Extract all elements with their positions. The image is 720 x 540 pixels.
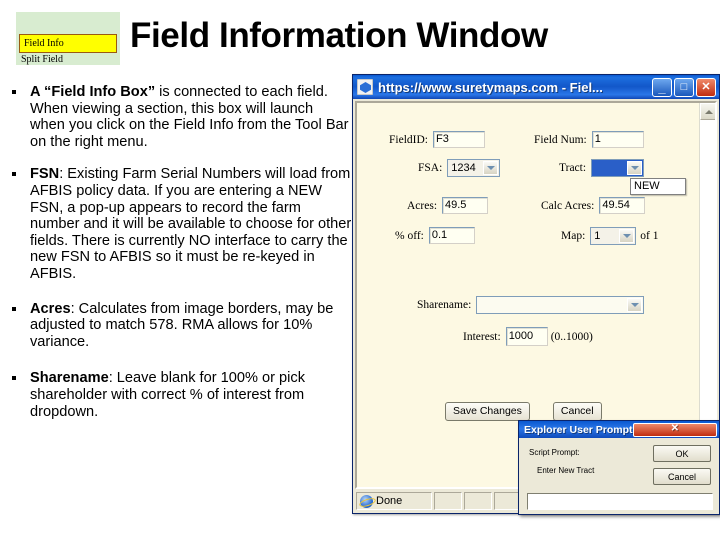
sharename-row: Sharename:: [417, 296, 645, 314]
browser-title: https://www.suretymaps.com - Fiel...: [378, 79, 603, 95]
status-pad-cell-1: [434, 492, 462, 510]
chevron-down-icon[interactable]: [627, 298, 643, 312]
tract-select[interactable]: [591, 159, 645, 177]
interest-row: Interest: 1000 (0..1000): [463, 327, 593, 346]
maximize-icon: □: [680, 80, 688, 93]
acres-label: Acres:: [407, 199, 438, 212]
fsa-selected-value: 1234: [451, 162, 476, 174]
field-id-row: FieldID: F3: [389, 131, 485, 148]
split-field-label-clipped: Split Field: [21, 55, 63, 65]
bullet-dot-icon: [12, 306, 16, 311]
window-controls: _ □ ✕: [652, 77, 716, 97]
prompt-text-input[interactable]: [527, 493, 713, 510]
bullet-dot-icon: [12, 90, 16, 94]
bullet-text: A “Field Info Box” is connected to each …: [30, 84, 352, 150]
bullet-dot-icon: [12, 172, 16, 177]
field-id-input[interactable]: F3: [432, 131, 485, 148]
map-select[interactable]: 1: [590, 227, 637, 245]
list-item: A “Field Info Box” is connected to each …: [0, 84, 352, 150]
pct-off-row: % off: 0.1: [395, 227, 475, 244]
bullet-rest: : Existing Farm Serial Numbers will load…: [30, 166, 352, 282]
internet-explorer-icon: [360, 494, 373, 508]
close-button[interactable]: ✕: [696, 77, 716, 97]
status-text: Done: [376, 495, 403, 507]
minimize-button[interactable]: _: [652, 77, 672, 97]
bullet-list: A “Field Info Box” is connected to each …: [0, 84, 352, 436]
save-changes-button[interactable]: Save Changes: [445, 402, 530, 421]
interest-range-hint: (0..1000): [550, 330, 593, 343]
explorer-user-prompt-dialog: Explorer User Prompt Script Prompt: Ente…: [518, 420, 720, 515]
tract-label: Tract:: [559, 162, 587, 174]
prompt-message: Enter New Tract: [537, 466, 595, 475]
chevron-down-icon[interactable]: [483, 161, 499, 175]
pct-off-input[interactable]: 0.1: [428, 227, 475, 244]
field-num-row: Field Num: 1: [534, 131, 644, 148]
bullet-text: FSN: Existing Farm Serial Numbers will l…: [30, 166, 352, 282]
field-id-label: FieldID:: [389, 133, 428, 146]
interest-input[interactable]: 1000: [505, 327, 548, 346]
field-num-label: Field Num:: [534, 133, 587, 146]
list-item: Sharename: Leave blank for 100% or pick …: [0, 370, 352, 420]
calc-acres-row: Calc Acres: 49.54: [541, 197, 646, 214]
field-num-input[interactable]: 1: [591, 131, 644, 148]
acres-row: Acres: 49.5: [407, 197, 489, 214]
prompt-title: Explorer User Prompt: [524, 423, 633, 436]
map-row: Map: 1 of 1: [561, 227, 659, 245]
bullet-lead: FSN: [30, 166, 60, 183]
script-prompt-label: Script Prompt:: [529, 448, 580, 457]
bullet-rest: : Calculates from image borders, may be …: [30, 300, 334, 350]
prompt-cancel-button[interactable]: Cancel: [653, 468, 711, 485]
internet-explorer-icon: [357, 79, 373, 95]
calc-acres-input[interactable]: 49.54: [599, 197, 646, 214]
fsa-row: FSA: 1234: [418, 159, 501, 177]
status-pad-cell-2: [464, 492, 492, 510]
bullet-lead: Acres: [30, 300, 71, 317]
map-selected-value: 1: [594, 230, 601, 242]
interest-label: Interest:: [463, 330, 501, 343]
chevron-down-icon[interactable]: [627, 161, 643, 175]
chevron-down-icon[interactable]: [619, 229, 635, 243]
fsa-label: FSA:: [418, 162, 443, 174]
acres-input[interactable]: 49.5: [442, 197, 489, 214]
map-total-label: of 1: [640, 230, 659, 242]
field-info-button-thumbnail: Field Info: [19, 34, 117, 53]
field-info-toolbar-thumbnail: Field Info Split Field: [16, 12, 120, 65]
status-done-cell: Done: [356, 492, 432, 510]
tract-dropdown-option-new[interactable]: NEW: [630, 178, 686, 195]
fsa-select[interactable]: 1234: [447, 159, 501, 177]
list-item: Acres: Calculates from image borders, ma…: [0, 301, 352, 351]
bullet-text: Sharename: Leave blank for 100% or pick …: [30, 370, 352, 420]
bullet-dot-icon: [12, 376, 16, 381]
bullet-lead: A “Field Info Box”: [30, 84, 156, 100]
sharename-label: Sharename:: [417, 299, 472, 311]
list-item: FSN: Existing Farm Serial Numbers will l…: [0, 166, 352, 282]
prompt-body: Script Prompt: Enter New Tract OK Cancel: [519, 438, 719, 516]
maximize-button[interactable]: □: [674, 77, 694, 97]
bullet-text: Acres: Calculates from image borders, ma…: [30, 301, 352, 351]
slide-root: Field Info Split Field Field Information…: [0, 0, 720, 540]
scroll-up-arrow-icon[interactable]: [700, 103, 715, 120]
cancel-button[interactable]: Cancel: [552, 402, 602, 421]
pct-off-label: % off:: [395, 229, 424, 242]
browser-title-bar[interactable]: https://www.suretymaps.com - Fiel... _ □…: [353, 74, 719, 99]
bullet-lead: Sharename: [30, 370, 109, 387]
sharename-select[interactable]: [476, 296, 645, 314]
close-icon: ✕: [701, 80, 711, 93]
form-actions: Save Changes Cancel: [445, 402, 602, 421]
map-label: Map:: [561, 230, 586, 242]
prompt-close-icon[interactable]: [632, 422, 717, 437]
page-title: Field Information Window: [130, 16, 548, 55]
calc-acres-label: Calc Acres:: [541, 199, 595, 212]
prompt-title-bar[interactable]: Explorer User Prompt: [519, 421, 719, 438]
minimize-icon: _: [658, 79, 666, 95]
prompt-ok-button[interactable]: OK: [653, 445, 711, 462]
tract-row: Tract:: [559, 159, 645, 177]
